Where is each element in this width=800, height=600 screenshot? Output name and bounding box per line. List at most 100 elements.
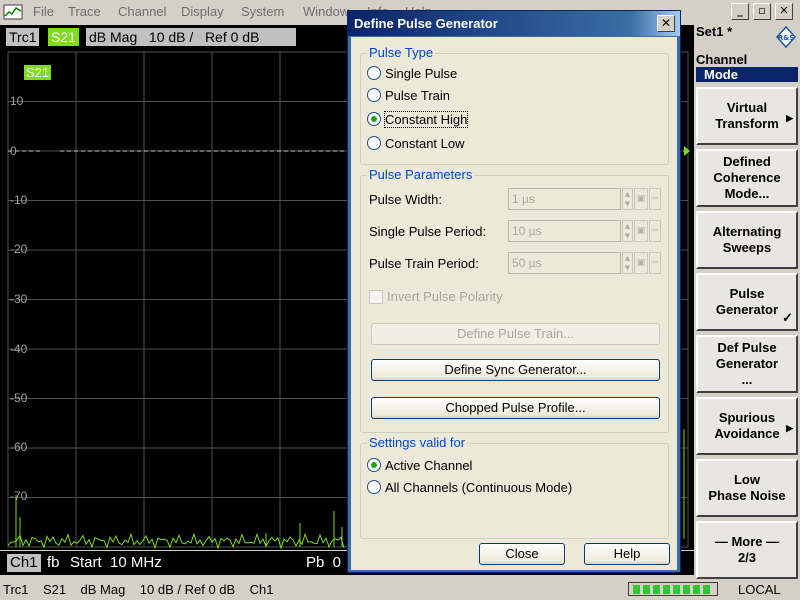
radio-label: Constant Low [385,135,465,151]
softkey-def-pulse-generator[interactable]: Def Pulse Generator ... [696,335,798,393]
app-icon[interactable] [3,3,23,21]
status-text: Trc1 S21 dB Mag 10 dB / Ref 0 dB Ch1 [3,582,274,597]
sign-button[interactable]: − [649,252,661,274]
softkey-group-title: Channel [696,52,748,67]
radio-button[interactable] [367,88,381,102]
menu-display[interactable]: Display [181,4,224,19]
single-period-stepper[interactable]: ▲ ▼ [622,220,633,242]
pulse-train-period-field[interactable]: 50 µs [508,252,621,274]
radio-single-pulse[interactable]: Single Pulse [367,64,457,82]
checkmark-icon: ✓ [782,310,793,325]
softkey-spurious-avoidance[interactable]: Spurious Avoidance ▶ [696,397,798,455]
sign-button[interactable]: − [649,188,661,210]
y-tick-label: -50 [10,391,28,405]
softkey-label: Defined Coherence Mode... [713,154,781,201]
softkey-label: Alternating Sweeps [712,224,782,255]
trace-scale-info[interactable]: dB Mag 10 dB / Ref 0 dB [86,28,296,46]
single-pulse-period-label: Single Pulse Period: [369,224,487,239]
remote-state: LOCAL [738,582,781,597]
dialog-body: Pulse Type Single Pulse Pulse Train Cons… [351,37,677,570]
softkey-virtual-transform[interactable]: Virtual Transform ▶ [696,87,798,145]
group-title: Settings valid for [367,435,468,450]
softkey-label: Pulse Generator [715,286,779,317]
y-tick-label: -10 [10,193,28,207]
start-frequency[interactable]: Start 10 MHz [70,554,162,572]
close-window-button[interactable]: ✕ [775,3,793,20]
softkey-low-phase-noise[interactable]: Low Phase Noise [696,459,798,517]
settings-valid-for-group: Settings valid for Active Channel All Ch… [360,435,669,539]
unit-button[interactable]: ▣ [634,188,648,210]
setup-label: Set1 * [696,24,733,39]
menu-system[interactable]: System [241,4,284,19]
chopped-pulse-profile-button[interactable]: Chopped Pulse Profile... [371,397,660,419]
channel-label[interactable]: Ch1 [7,554,41,572]
softkey-alternating-sweeps[interactable]: Alternating Sweeps [696,211,798,269]
minimize-button[interactable]: _ [731,3,749,20]
y-tick-label: 10 [10,94,24,108]
group-title: Pulse Type [367,45,436,60]
radio-constant-low[interactable]: Constant Low [367,134,465,152]
submenu-arrow-icon: ▶ [786,423,793,433]
radio-constant-high[interactable]: Constant High [367,110,469,128]
radio-active-channel[interactable]: Active Channel [367,456,472,474]
define-pulse-generator-dialog: Define Pulse Generator ✕ Pulse Type Sing… [347,10,681,573]
s-parameter-label[interactable]: S21 [48,28,79,46]
softkey-more[interactable]: — More — 2/3 [696,521,798,579]
single-pulse-period-field[interactable]: 10 µs [508,220,621,242]
help-button[interactable]: Help [584,543,670,565]
unit-button[interactable]: ▣ [634,252,648,274]
radio-label: Active Channel [385,457,473,473]
close-button[interactable]: Close [479,543,565,565]
menu-file[interactable]: File [33,4,54,19]
channel-pb: Pb 0 [306,554,342,571]
dialog-close-icon[interactable]: ✕ [657,15,675,32]
trace-label[interactable]: Trc1 [6,28,40,46]
checkbox-label: Invert Pulse Polarity [387,289,503,304]
define-sync-generator-button[interactable]: Define Sync Generator... [371,359,660,381]
radio-button[interactable] [367,480,381,494]
menu-window[interactable]: Window [303,4,349,19]
radio-pulse-train[interactable]: Pulse Train [367,86,450,104]
define-pulse-train-button[interactable]: Define Pulse Train... [371,323,660,345]
activity-indicator [628,582,718,596]
softkey-panel: Set1 * R&S Channel Mode Virtual Transfor… [694,24,800,579]
radio-button-selected[interactable] [367,112,381,126]
train-period-stepper[interactable]: ▲ ▼ [622,252,633,274]
pulse-width-field[interactable]: 1 µs [508,188,621,210]
softkey-coherence-mode[interactable]: Defined Coherence Mode... [696,149,798,207]
y-tick-label: -40 [10,342,28,356]
pulse-parameters-group: Pulse Parameters Pulse Width: 1 µs ▲ ▼ ▣ … [360,167,669,433]
group-title: Pulse Parameters [367,167,475,182]
invert-polarity-checkbox-row[interactable]: Invert Pulse Polarity [369,289,503,304]
radio-button[interactable] [367,136,381,150]
softkey-label: Low Phase Noise [708,472,786,503]
unit-button[interactable]: ▣ [634,220,648,242]
y-tick-label: -30 [10,292,28,306]
radio-label: All Channels (Continuous Mode) [385,479,573,495]
radio-button[interactable] [367,66,381,80]
y-tick-label: -20 [10,242,28,256]
rohde-schwarz-logo-icon: R&S [776,26,796,48]
y-tick-label: -70 [10,489,28,503]
sign-button[interactable]: − [649,220,661,242]
pulse-width-stepper[interactable]: ▲ ▼ [622,188,633,210]
y-tick-label: -60 [10,440,28,454]
submenu-arrow-icon: ▶ [786,113,793,123]
radio-label: Single Pulse [385,65,458,81]
softkey-label: Def Pulse Generator ... [715,340,779,387]
y-tick-label: 0 [10,144,17,158]
radio-label: Constant High [383,110,469,128]
menu-trace[interactable]: Trace [68,4,101,19]
radio-button-selected[interactable] [367,458,381,472]
dialog-titlebar[interactable]: Define Pulse Generator ✕ [348,11,680,36]
softkey-menu-title: Mode [696,67,798,82]
pulse-width-label: Pulse Width: [369,192,442,207]
svg-text:R&S: R&S [778,34,795,42]
trace-name-tag[interactable]: S21 [24,65,52,80]
radio-all-channels[interactable]: All Channels (Continuous Mode) [367,478,572,496]
invert-polarity-checkbox[interactable] [369,289,383,304]
restore-button[interactable]: ▫ [753,3,771,20]
softkey-pulse-generator[interactable]: Pulse Generator ✓ [696,273,798,331]
menu-channel[interactable]: Channel [118,4,166,19]
radio-label: Pulse Train [385,87,451,103]
